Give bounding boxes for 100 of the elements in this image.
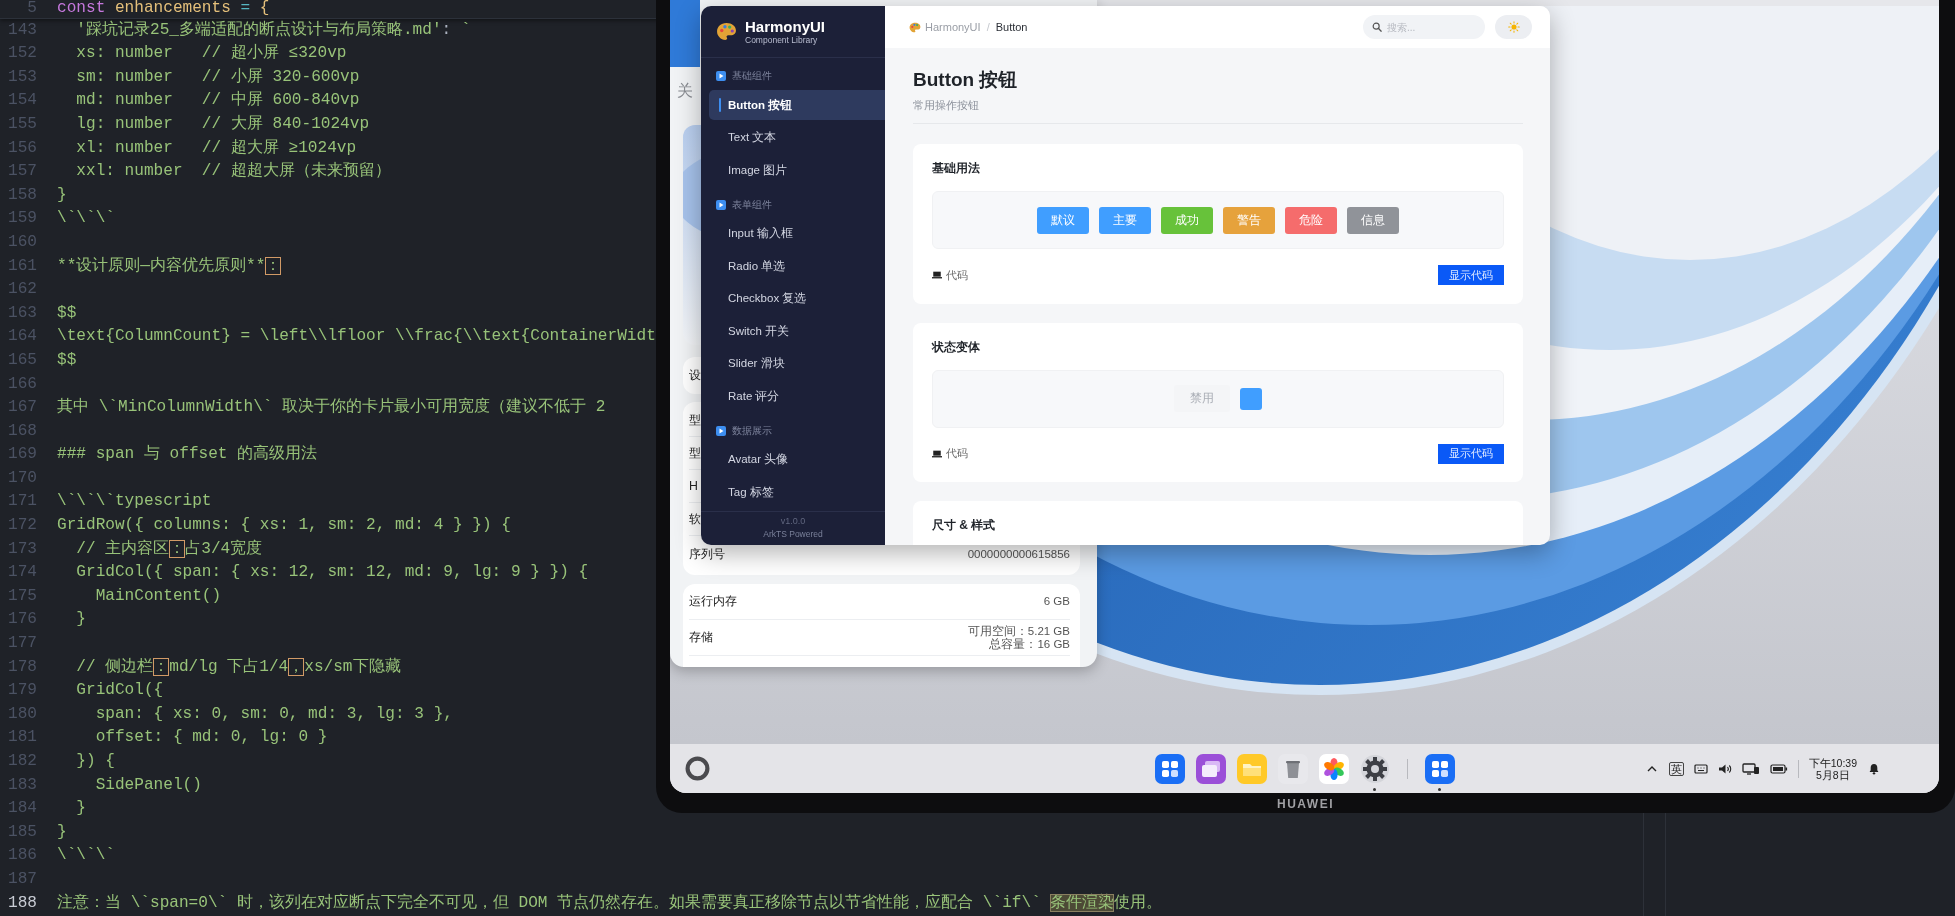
code-line: ### span 与 offset 的高级用法 — [57, 443, 318, 466]
nav-item[interactable]: Text 文本 — [701, 122, 885, 153]
code-line: \text{ColumnCount} = \left\\lfloor \\frac{\\text{ContainerWidt — [57, 326, 656, 348]
line-number: 172 — [7, 515, 37, 537]
line-number: 165 — [7, 349, 37, 371]
code-line: } — [75, 798, 86, 820]
nav-item[interactable]: Radio 单选 — [701, 251, 885, 282]
gear-icon[interactable] — [1359, 753, 1390, 784]
line-number: 163 — [7, 302, 37, 324]
flower-icon[interactable] — [1318, 753, 1349, 784]
device-brand: HUAWEI — [1277, 797, 1334, 811]
row-label: 存储 — [689, 629, 713, 646]
grid-icon[interactable] — [1154, 753, 1185, 784]
code-line: 其中 \`MinColumnWidth\` 取决于你的卡片最小可用宽度（建议不低于 2 — [57, 396, 606, 419]
nav-item[interactable]: Image 图片 — [701, 155, 885, 186]
line-number: 162 — [7, 279, 37, 301]
code-line: const enhancements = { — [57, 0, 270, 18]
code-line: xxl: number // 超超大屏（未来预留） — [75, 161, 391, 183]
input-method-indicator[interactable]: 英 — [1668, 761, 1684, 776]
row-value: 0000000000615856 — [967, 547, 1070, 561]
code-line: GridCol({ span: { xs: 12, sm: 12, md: 9, lg: 9 } }) { — [75, 562, 589, 584]
theme-toggle-button[interactable] — [1495, 15, 1532, 39]
keyboard-icon[interactable] — [1693, 762, 1708, 775]
show-code-button[interactable]: 显示代码 — [1438, 265, 1504, 285]
line-number: 186 — [7, 845, 37, 867]
line-number: 181 — [7, 727, 37, 749]
row-label: 运行内存 — [689, 593, 737, 610]
row-label: 软 — [689, 510, 701, 528]
line-number: 175 — [7, 585, 37, 607]
row-value: 可用空间：5.21 GB 总容量：16 GB — [967, 624, 1070, 651]
app-name: HarmonyUI — [745, 17, 826, 35]
code-line: \`\`\` — [57, 208, 115, 230]
code-line: // 侧边栏：md/lg 下占1/4，xs/sm下隐藏 — [75, 656, 401, 678]
line-number: 183 — [7, 774, 37, 796]
line-number: 166 — [7, 373, 37, 395]
code-line: // 主内容区：占3/4宽度 — [75, 538, 263, 560]
line-number: 158 — [7, 184, 37, 206]
palette-icon — [909, 21, 921, 33]
line-number: 156 — [7, 137, 37, 159]
page-title: Button 按钮 — [913, 68, 1019, 92]
code-line: MainContent() — [94, 585, 222, 607]
nav-item[interactable]: Slider 滑块 — [701, 348, 885, 379]
line-number: 169 — [7, 444, 37, 466]
line-number: 153 — [7, 66, 37, 88]
line-number: 176 — [7, 609, 37, 631]
line-number: 161 — [7, 255, 37, 277]
code-label: 代码 — [946, 446, 968, 461]
play-icon — [716, 199, 726, 210]
code-line: SidePanel() — [94, 774, 202, 796]
line-number: 167 — [7, 397, 37, 419]
page-subtitle: 常用操作按钮 — [913, 98, 980, 112]
code-line: **设计原则—内容优先原则**： — [57, 255, 282, 277]
code-line: '踩坑记录25_多端适配的断点设计与布局策略.md': ` — [75, 19, 471, 41]
code-line: }) { — [75, 751, 115, 772]
code-line: GridCol({ — [75, 680, 164, 702]
volume-icon[interactable] — [1717, 762, 1732, 775]
row-label: 型 — [689, 411, 701, 429]
code-line: $$ — [57, 349, 77, 371]
code-line: \`\`\`typescript — [57, 491, 212, 513]
section-heading: 表单组件 — [732, 197, 772, 212]
line-number: 170 — [7, 467, 37, 489]
palette-icon — [716, 22, 737, 41]
code-line: } — [57, 184, 67, 206]
row-label: 序列号 — [689, 545, 725, 563]
line-number: 157 — [7, 161, 37, 183]
code-label: 代码 — [946, 267, 968, 283]
code-line: GridRow({ columns: { xs: 1, sm: 2, md: 4 } }) { — [57, 515, 511, 537]
code-line: } — [75, 609, 86, 631]
row-label: 设 — [689, 367, 701, 384]
version-label: v1.0.0 — [780, 515, 806, 528]
show-code-button[interactable]: 显示代码 — [1438, 443, 1504, 464]
card-title: 状态变体 — [932, 338, 981, 355]
nav-item[interactable]: Tag 标签 — [701, 477, 885, 508]
sun-icon — [1507, 21, 1520, 33]
breadcrumb-current: Button — [995, 21, 1028, 33]
line-number: 159 — [7, 208, 37, 230]
play-icon — [716, 71, 726, 81]
line-number: 171 — [7, 491, 37, 513]
windows-icon[interactable] — [1195, 753, 1226, 784]
line-number: 174 — [7, 562, 37, 584]
nav-item[interactable]: Checkbox 复选 — [701, 283, 885, 314]
ring-icon[interactable] — [685, 756, 710, 781]
grid-icon[interactable] — [1424, 753, 1455, 784]
code-line: 注意：当 \`span=0\` 时，该列在对应断点下完全不可见，但 DOM 节点仍然存在。如果需要真正移除节点以节省性能，应配合 \`if\` 条件渲染使用。 — [57, 892, 1163, 914]
clock-time: 下午10:39 — [1808, 756, 1857, 769]
demo-button[interactable] — [1240, 387, 1262, 410]
nav-item[interactable]: Avatar 头像 — [701, 444, 885, 475]
nav-item[interactable]: Rate 评分 — [701, 381, 885, 412]
code-line: } — [57, 821, 67, 843]
line-number: 164 — [7, 326, 37, 348]
nav-item[interactable]: Switch 开关 — [701, 316, 885, 347]
search-icon — [1372, 22, 1382, 32]
line-number: 179 — [7, 680, 37, 702]
nav-item[interactable]: Button 按钮 — [709, 90, 885, 121]
breadcrumb-separator: / — [986, 21, 990, 33]
bell-icon[interactable] — [1867, 762, 1881, 775]
nav-item[interactable]: Input 输入框 — [701, 218, 885, 249]
display-icon[interactable] — [1741, 762, 1760, 775]
code-line: lg: number // 大屏 840-1024vp — [75, 113, 370, 135]
line-number: 188 — [7, 892, 37, 914]
